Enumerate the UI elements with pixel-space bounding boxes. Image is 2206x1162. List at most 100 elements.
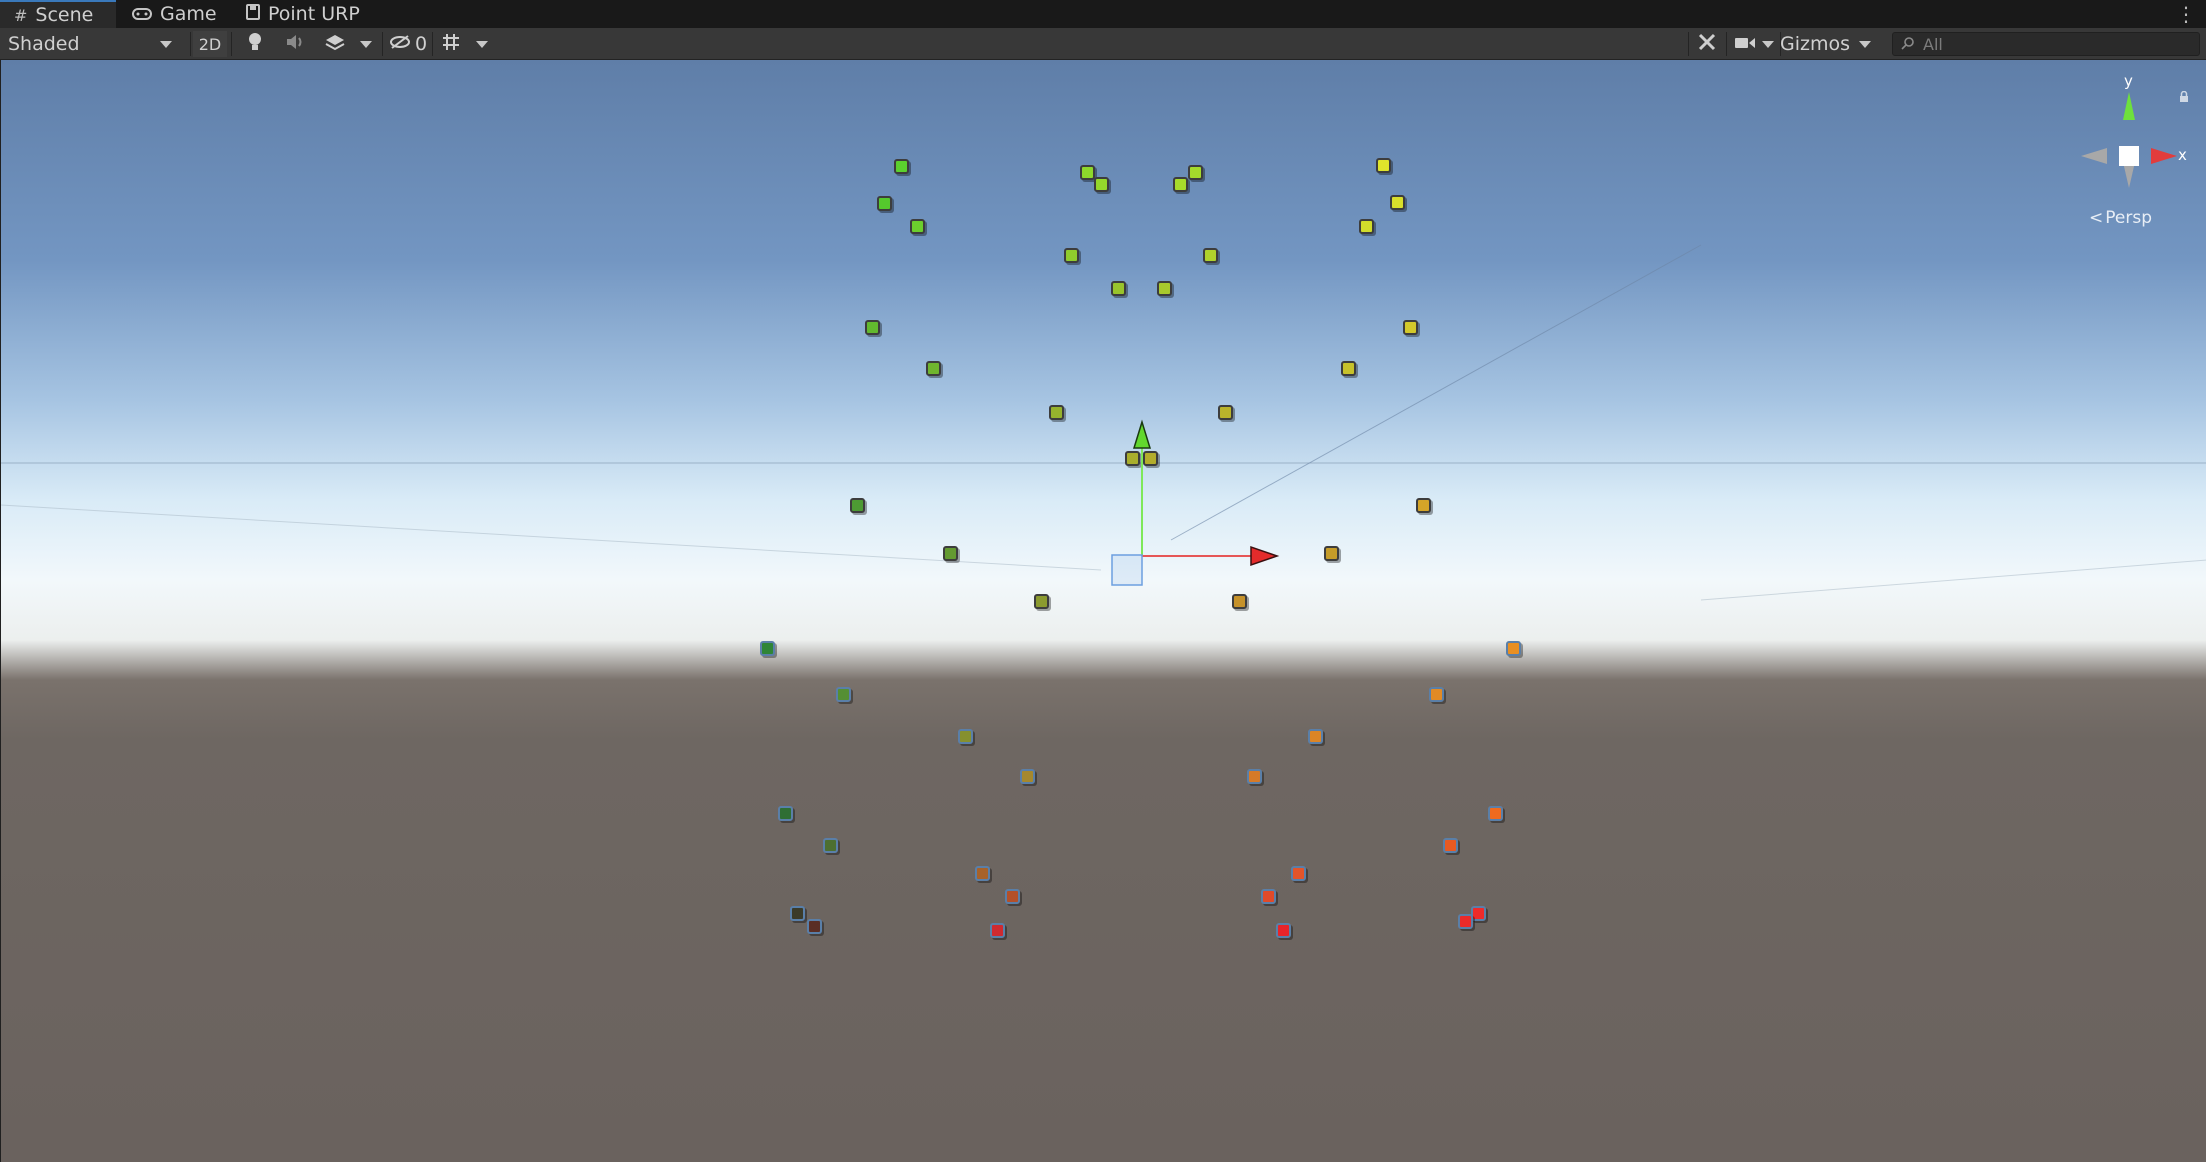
camera-dropdown-button[interactable]	[1758, 31, 1778, 57]
neg-x-axis-cone	[2081, 148, 2107, 164]
point-cube[interactable]	[1247, 769, 1262, 784]
chevron-down-icon	[160, 40, 172, 48]
scene-tools-button[interactable]	[1692, 31, 1722, 57]
point-cube[interactable]	[1390, 195, 1405, 210]
scene-search-field[interactable]: All	[1892, 32, 2200, 56]
point-cube[interactable]	[958, 729, 973, 744]
point-cube[interactable]	[1020, 769, 1035, 784]
point-cube[interactable]	[1359, 219, 1374, 234]
point-cube[interactable]	[1111, 281, 1126, 296]
point-cube[interactable]	[778, 806, 793, 821]
point-cube[interactable]	[1308, 729, 1323, 744]
hash-icon: #	[14, 5, 28, 25]
point-cube[interactable]	[1276, 923, 1291, 938]
audio-toggle-button[interactable]	[280, 31, 310, 57]
eye-hidden-icon	[389, 33, 411, 55]
point-cube[interactable]	[1203, 248, 1218, 263]
point-cube[interactable]	[1376, 158, 1391, 173]
point-cube[interactable]	[1291, 866, 1306, 881]
point-cube[interactable]	[926, 361, 941, 376]
point-cube[interactable]	[1188, 165, 1203, 180]
point-cube[interactable]	[1125, 451, 1140, 466]
gizmos-dropdown-button[interactable]	[1854, 31, 1876, 57]
scene-viewport[interactable]: y x < Persp	[0, 60, 2206, 1162]
gizmos-toggle-button[interactable]: Gizmos	[1780, 31, 1851, 57]
search-placeholder: All	[1923, 34, 1943, 54]
tab-game[interactable]: Game	[118, 0, 236, 28]
gizmos-label: Gizmos	[1780, 33, 1851, 55]
point-cube[interactable]	[1049, 405, 1064, 420]
scene-visibility-toggle[interactable]: 0	[386, 31, 430, 57]
point-cube[interactable]	[1261, 889, 1276, 904]
point-cube[interactable]	[1064, 248, 1079, 263]
window-tab-bar: # Scene Game Point URP ⋮	[0, 0, 2206, 28]
chevron-down-icon	[1762, 40, 1774, 48]
point-cube[interactable]	[1488, 806, 1503, 821]
point-cube[interactable]	[975, 866, 990, 881]
point-cube[interactable]	[1080, 165, 1095, 180]
point-cube[interactable]	[1506, 641, 1521, 656]
point-cube[interactable]	[850, 498, 865, 513]
shading-mode-label: Shaded	[8, 33, 80, 55]
tab-scene-label: Scene	[35, 4, 94, 26]
point-cube[interactable]	[1232, 594, 1247, 609]
point-cube[interactable]	[823, 838, 838, 853]
point-cube[interactable]	[1324, 546, 1339, 561]
tab-game-label: Game	[160, 3, 217, 25]
2d-toggle-label: 2D	[198, 34, 222, 54]
tab-point-urp[interactable]: Point URP	[232, 0, 382, 28]
point-cube[interactable]	[1034, 594, 1049, 609]
chevron-down-icon	[360, 40, 372, 48]
camera-icon	[1734, 33, 1756, 55]
projection-toggle[interactable]: < Persp	[2089, 208, 2152, 228]
lock-icon[interactable]	[2179, 88, 2189, 107]
point-cube[interactable]	[877, 196, 892, 211]
orientation-gizmo[interactable]: y x < Persp	[2071, 70, 2191, 240]
point-cube[interactable]	[1094, 177, 1109, 192]
point-cube[interactable]	[865, 320, 880, 335]
point-cube[interactable]	[1341, 361, 1356, 376]
point-cube[interactable]	[1218, 405, 1233, 420]
chevron-left-icon: <	[2089, 208, 2104, 228]
save-file-icon	[246, 4, 260, 24]
center-cube	[2119, 146, 2139, 166]
point-cube[interactable]	[1429, 687, 1444, 702]
point-cube[interactable]	[1157, 281, 1172, 296]
point-cube[interactable]	[1443, 838, 1458, 853]
point-cube[interactable]	[894, 159, 909, 174]
grid-dropdown-button[interactable]	[470, 31, 494, 57]
point-cube[interactable]	[790, 906, 805, 921]
speaker-icon	[285, 33, 305, 55]
camera-settings-button[interactable]	[1730, 31, 1760, 57]
point-cube[interactable]	[760, 641, 775, 656]
point-cube[interactable]	[910, 219, 925, 234]
tools-icon	[1697, 32, 1717, 57]
shading-mode-dropdown[interactable]: Shaded	[0, 31, 180, 57]
point-cube[interactable]	[807, 919, 822, 934]
point-cube[interactable]	[990, 923, 1005, 938]
point-cube[interactable]	[1005, 889, 1020, 904]
hidden-objects-count: 0	[414, 33, 428, 55]
effects-toggle-button[interactable]	[318, 31, 352, 57]
tab-scene[interactable]: # Scene	[0, 0, 116, 28]
point-cube[interactable]	[1403, 320, 1418, 335]
y-axis-cone	[2123, 92, 2135, 120]
projection-label: Persp	[2105, 208, 2152, 228]
grid-toggle-button[interactable]	[436, 31, 466, 57]
point-cube[interactable]	[1143, 451, 1158, 466]
y-axis-label: y	[2124, 72, 2133, 90]
grid-icon	[441, 32, 461, 57]
2d-toggle-button[interactable]: 2D	[193, 31, 227, 57]
more-options-icon[interactable]: ⋮	[2176, 2, 2196, 26]
chevron-down-icon	[476, 40, 488, 48]
x-axis-label: x	[2178, 146, 2187, 164]
point-cube[interactable]	[1458, 914, 1473, 929]
point-cube[interactable]	[1471, 906, 1486, 921]
effects-dropdown-button[interactable]	[354, 31, 378, 57]
point-cube[interactable]	[943, 546, 958, 561]
point-cube[interactable]	[1416, 498, 1431, 513]
lighting-toggle-button[interactable]	[240, 31, 270, 57]
scene-grid-lines	[1, 244, 2206, 601]
point-cube[interactable]	[836, 687, 851, 702]
point-cube[interactable]	[1173, 177, 1188, 192]
